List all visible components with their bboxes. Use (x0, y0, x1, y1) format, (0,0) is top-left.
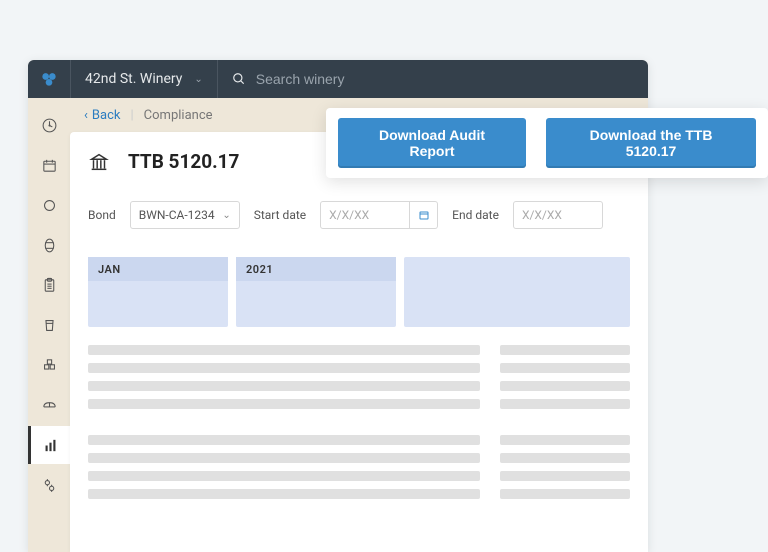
sidebar-item-settings[interactable] (28, 466, 70, 504)
calendar-icon (418, 209, 430, 221)
skeleton-line (500, 435, 631, 445)
top-bar: 42nd St. Winery ⌄ (28, 60, 648, 98)
sidebar-item-shipping[interactable] (28, 386, 70, 424)
period-year: 2021 (236, 257, 396, 281)
sidebar-item-inventory[interactable] (28, 346, 70, 384)
back-label: Back (92, 108, 121, 123)
skeleton-line (88, 399, 480, 409)
sidebar-item-clipboard[interactable] (28, 266, 70, 304)
download-ttb-button[interactable]: Download the TTB 5120.17 (546, 118, 756, 168)
skeleton-line (500, 489, 631, 499)
sidebar-item-glass[interactable] (28, 306, 70, 344)
breadcrumb-divider: | (130, 108, 133, 123)
skeleton-line (88, 453, 480, 463)
period-card-extra (404, 257, 630, 327)
end-date-label: End date (452, 208, 499, 222)
sidebar-item-calendar[interactable] (28, 146, 70, 184)
bond-value: BWN-CA-1234 (139, 208, 215, 222)
skeleton-line (500, 381, 631, 391)
chevron-left-icon: ‹ (84, 108, 88, 123)
skeleton-line (500, 471, 631, 481)
start-date-label: Start date (254, 208, 306, 222)
search-icon (232, 72, 246, 86)
skeleton-line (500, 363, 631, 373)
skeleton-line (88, 489, 480, 499)
sidebar-item-barrel[interactable] (28, 226, 70, 264)
winery-name: 42nd St. Winery (85, 71, 182, 87)
bond-label: Bond (88, 208, 116, 222)
bond-select[interactable]: BWN-CA-1234 ⌄ (130, 201, 240, 229)
skeleton-line (88, 381, 480, 391)
back-link[interactable]: ‹ Back (84, 108, 120, 123)
skeleton-line (88, 471, 480, 481)
period-month: JAN (88, 257, 228, 281)
winery-selector[interactable]: 42nd St. Winery ⌄ (70, 60, 218, 98)
search-input[interactable] (256, 71, 634, 87)
download-audit-button[interactable]: Download Audit Report (338, 118, 526, 168)
sidebar-item-reports[interactable] (28, 426, 70, 464)
sidebar-item-dashboard[interactable] (28, 106, 70, 144)
breadcrumb-section: Compliance (144, 108, 213, 123)
period-card-year: 2021 (236, 257, 396, 327)
skeleton-line (88, 345, 480, 355)
period-card-month: JAN (88, 257, 228, 327)
start-date-input[interactable]: X/X/XX (320, 201, 410, 229)
end-date-input[interactable]: X/X/XX (513, 201, 603, 229)
start-date-picker-button[interactable] (410, 201, 438, 229)
sidebar-item-circle[interactable] (28, 186, 70, 224)
content-panel: TTB 5120.17 Bond BWN-CA-1234 ⌄ Start dat… (70, 132, 648, 552)
action-buttons-card: Download Audit Report Download the TTB 5… (326, 108, 768, 178)
sidebar (28, 98, 70, 552)
report-skeleton (88, 345, 630, 499)
page-title: TTB 5120.17 (128, 150, 239, 173)
chevron-down-icon: ⌄ (222, 210, 230, 221)
institution-icon (88, 151, 110, 173)
app-logo (28, 69, 70, 89)
skeleton-line (500, 345, 631, 355)
skeleton-line (500, 399, 631, 409)
search-wrap (218, 71, 648, 87)
skeleton-line (500, 453, 631, 463)
skeleton-line (88, 435, 480, 445)
skeleton-line (88, 363, 480, 373)
chevron-down-icon: ⌄ (194, 74, 202, 85)
